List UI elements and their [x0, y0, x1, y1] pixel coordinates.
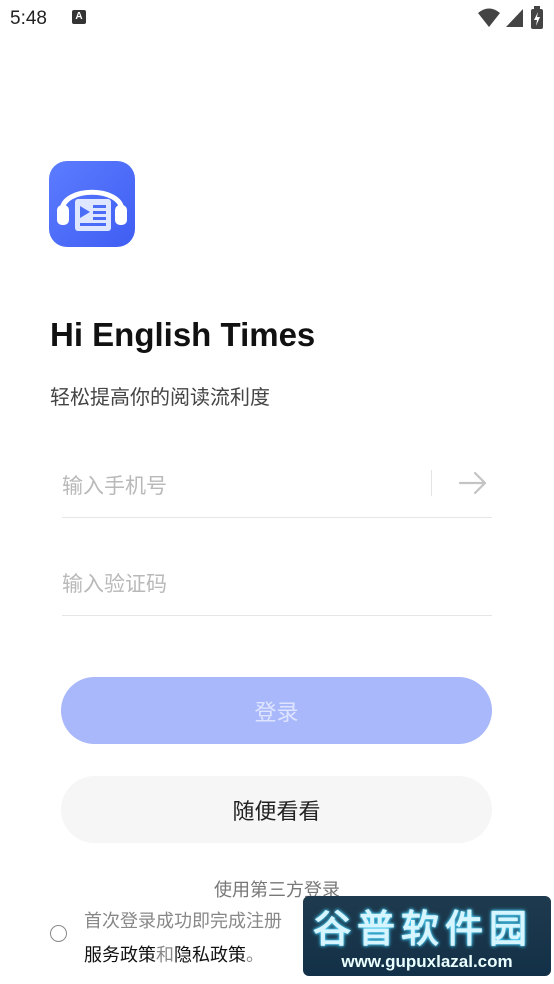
phone-input[interactable]: [62, 466, 422, 506]
agreement-end: 。: [246, 945, 264, 966]
status-bar: 5:48 A: [0, 0, 554, 40]
agreement-checkbox[interactable]: [50, 925, 67, 942]
browse-button[interactable]: 随便看看: [61, 776, 492, 843]
code-row: [62, 558, 492, 616]
app-logo: [49, 161, 135, 247]
privacy-policy-link[interactable]: 隐私政策: [174, 945, 246, 966]
watermark: 谷普软件园 www.gupuxlazal.com: [303, 896, 551, 976]
watermark-title: 谷普软件园: [313, 907, 534, 951]
app-title: Hi English Times: [50, 316, 316, 353]
phone-row: [62, 460, 492, 518]
agreement-links: 服务政策和隐私政策。: [84, 941, 264, 967]
agreement-connector: 和: [156, 945, 174, 966]
wifi-icon: [478, 8, 500, 27]
signal-icon: [506, 9, 523, 27]
verification-code-input[interactable]: [62, 564, 422, 604]
watermark-url: www.gupuxlazal.com: [341, 952, 513, 971]
app-subtitle: 轻松提高你的阅读流利度: [50, 385, 270, 409]
status-time: 5:48: [10, 8, 47, 29]
battery-charging-icon: [531, 6, 543, 29]
headphones-reading-icon: [57, 189, 127, 231]
agreement-text: 首次登录成功即完成注册: [84, 911, 282, 932]
send-code-button[interactable]: [456, 468, 490, 498]
service-policy-link[interactable]: 服务政策: [84, 945, 156, 966]
divider: [431, 470, 432, 496]
login-button[interactable]: 登录: [61, 677, 492, 744]
notification-icon: A: [72, 10, 86, 24]
status-icons: [478, 6, 544, 30]
arrow-right-icon: [458, 471, 487, 495]
